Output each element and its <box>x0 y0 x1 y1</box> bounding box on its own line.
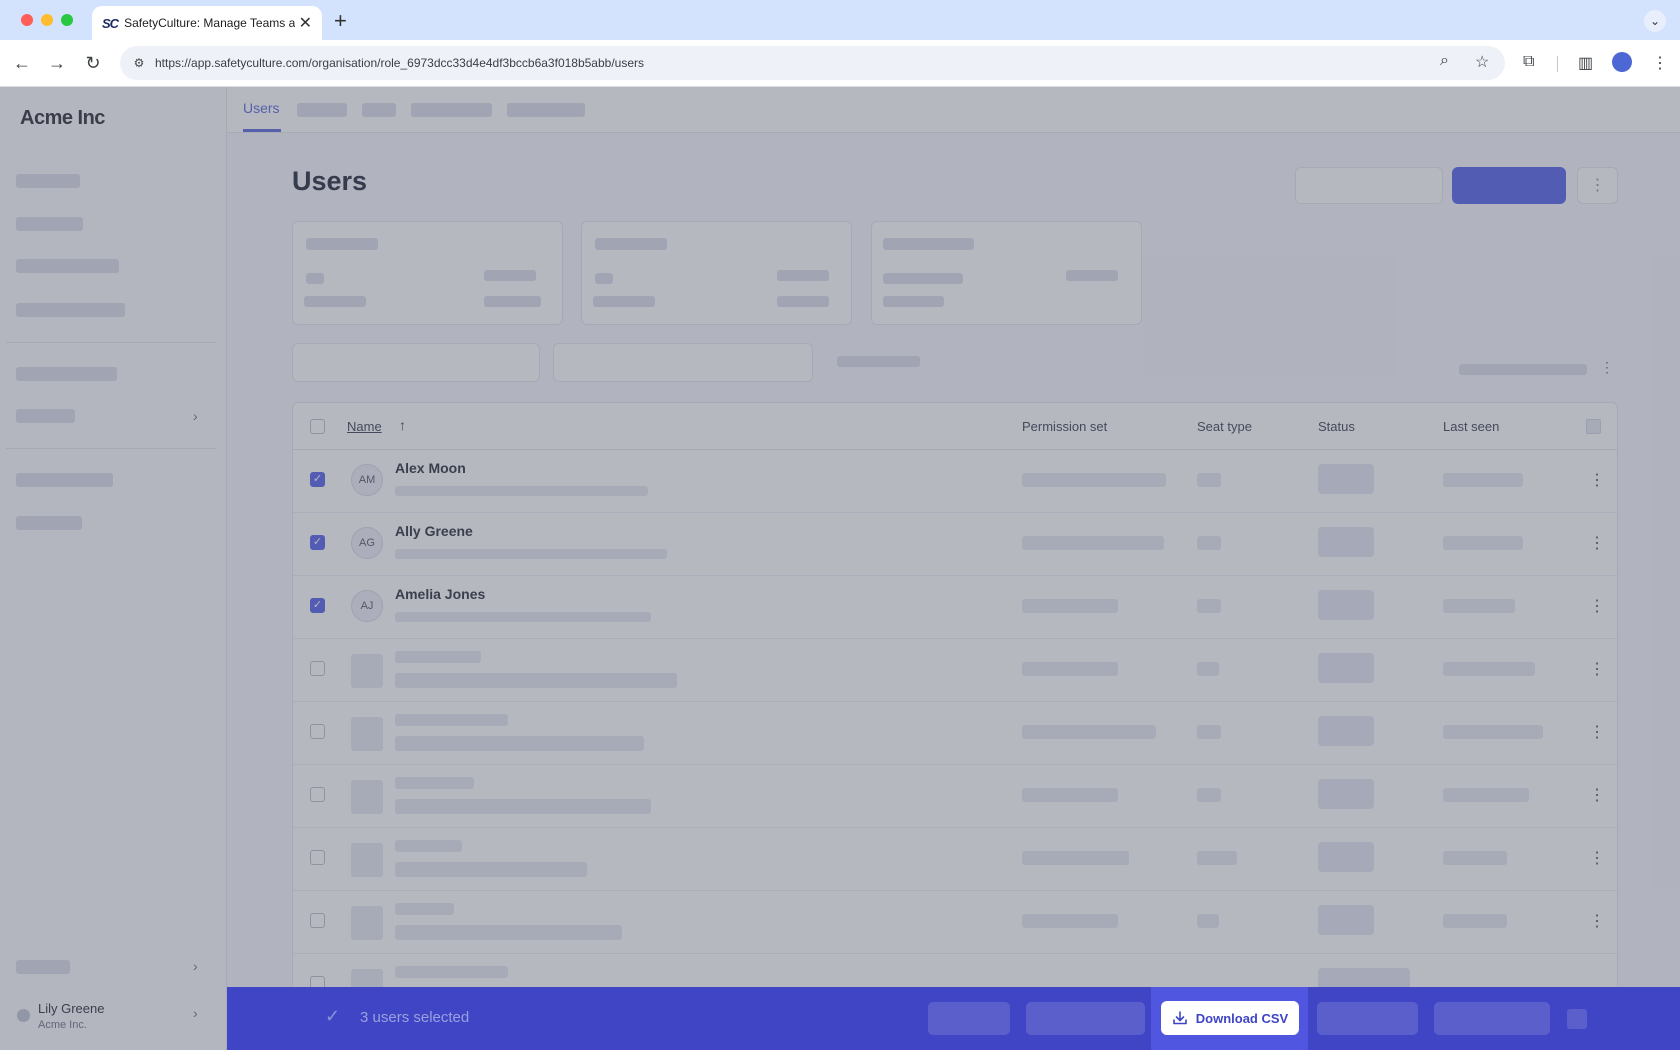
selected-count: 3 users selected <box>360 1009 470 1026</box>
minimize-window-icon[interactable] <box>41 14 53 26</box>
side-panel-icon[interactable]: ▥ <box>1578 53 1593 73</box>
modal-dim-overlay <box>0 87 1680 1050</box>
profile-avatar-icon[interactable] <box>1612 52 1632 72</box>
url-text[interactable]: https://app.safetyculture.com/organisati… <box>155 56 644 70</box>
download-csv-label: Download CSV <box>1195 1010 1289 1026</box>
safetyculture-favicon-icon: SC <box>102 15 119 31</box>
browser-toolbar: ← → ↻ ⚙ https://app.safetyculture.com/or… <box>0 40 1680 87</box>
bulk-action-button[interactable] <box>928 1002 1010 1035</box>
bulk-action-bar: ✓ 3 users selected Download CSV <box>227 987 1680 1050</box>
back-icon[interactable]: ← <box>9 50 35 76</box>
close-window-icon[interactable] <box>21 14 33 26</box>
bulk-more-icon[interactable] <box>1567 1009 1587 1029</box>
bulk-action-button[interactable] <box>1317 1002 1418 1035</box>
bulk-action-button[interactable] <box>1434 1002 1550 1035</box>
bookmark-star-icon[interactable]: ☆ <box>1475 52 1489 72</box>
app-root: Acme Inc › › Lily Greene Acme Inc. › Use… <box>0 87 1680 1050</box>
browser-tab[interactable]: SC SafetyCulture: Manage Teams and... ✕ <box>92 6 322 40</box>
download-icon <box>1172 1011 1187 1025</box>
site-info-icon[interactable]: ⚙ <box>130 54 148 72</box>
tab-title: SafetyCulture: Manage Teams and... <box>124 16 295 30</box>
browser-tabstrip: SC SafetyCulture: Manage Teams and... ✕ … <box>0 0 1680 40</box>
download-csv-button[interactable]: Download CSV <box>1161 1001 1299 1035</box>
tab-search-icon[interactable]: ⌄ <box>1644 10 1666 32</box>
forward-icon[interactable]: → <box>44 50 70 76</box>
new-tab-button[interactable]: + <box>334 8 347 34</box>
tab-close-icon[interactable]: ✕ <box>299 13 312 33</box>
download-highlight: Download CSV <box>1151 987 1308 1050</box>
address-bar[interactable]: ⚙ https://app.safetyculture.com/organisa… <box>120 46 1505 80</box>
checkmark-icon: ✓ <box>325 1006 341 1026</box>
maximize-window-icon[interactable] <box>61 14 73 26</box>
reload-icon[interactable]: ↻ <box>80 50 106 76</box>
bulk-action-button[interactable] <box>1026 1002 1145 1035</box>
toolbar-divider <box>1557 56 1558 72</box>
extensions-icon[interactable]: ⧉ <box>1523 53 1534 71</box>
zoom-icon[interactable]: ⌕ <box>1440 52 1449 70</box>
browser-menu-icon[interactable]: ⋮ <box>1652 53 1668 73</box>
